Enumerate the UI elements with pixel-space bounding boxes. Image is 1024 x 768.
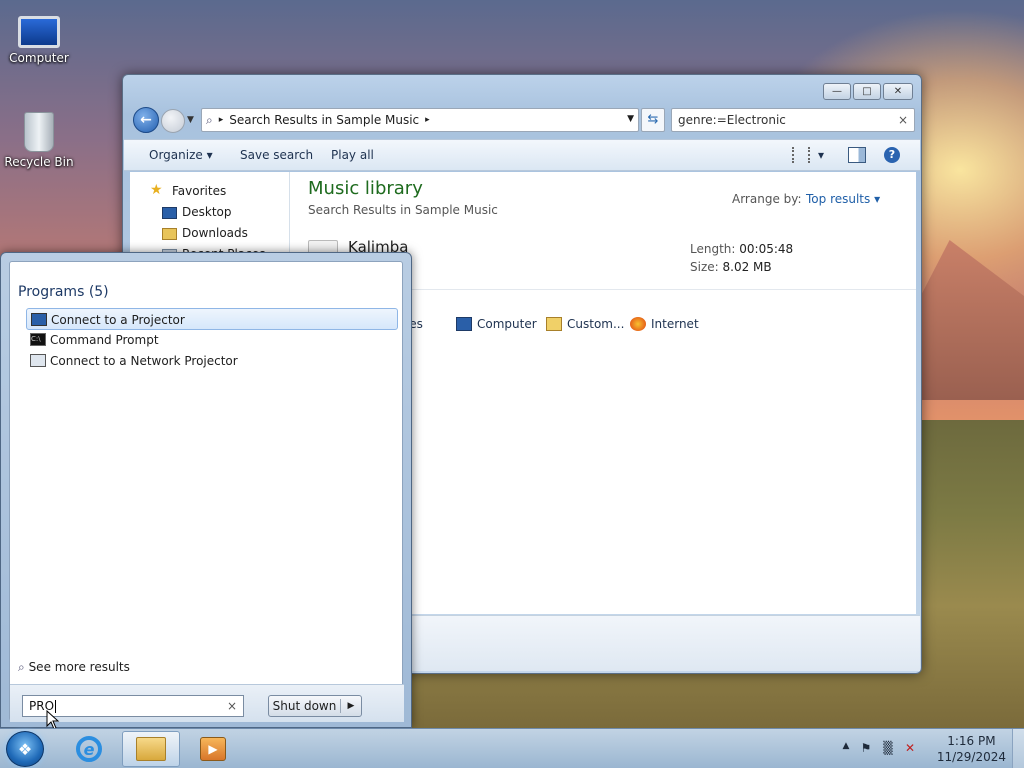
computer-icon: [456, 317, 472, 331]
notification-area: ▲ ⚑ ▒ ✕ 1:16 PM 11/29/2024: [834, 729, 1024, 768]
shut-down-options-icon[interactable]: ▶: [341, 701, 361, 711]
media-player-icon: ▶: [200, 737, 226, 761]
see-more-results-link[interactable]: ⌕ See more results: [18, 660, 130, 675]
search-icon: ⌕: [18, 660, 25, 674]
search-icon: ⌕: [206, 112, 213, 127]
address-bar[interactable]: ⌕ ▸ Search Results in Sample Music ▸ ▼: [201, 108, 639, 132]
shut-down-label[interactable]: Shut down: [269, 699, 341, 713]
taskbar-internet-explorer[interactable]: e: [60, 731, 118, 767]
file-size: Size: 8.02 MB: [690, 260, 772, 274]
search-query: genre:=Electronic: [678, 113, 786, 127]
start-result-connect-projector[interactable]: Connect to a Projector: [26, 308, 398, 330]
organize-button[interactable]: Organize ▾: [149, 148, 213, 162]
downloads-icon: [162, 228, 177, 240]
taskbar-media-player[interactable]: ▶: [184, 731, 242, 767]
mouse-pointer-icon: [46, 710, 60, 730]
internet-icon: [630, 317, 646, 331]
taskbar-windows-explorer[interactable]: [122, 731, 180, 767]
show-hidden-icons-icon[interactable]: ▲: [838, 741, 854, 757]
start-result-label: Connect to a Network Projector: [50, 354, 238, 368]
projector-icon: [31, 313, 47, 326]
network-icon[interactable]: ▒: [880, 741, 896, 757]
back-button[interactable]: ←: [133, 107, 159, 133]
command-prompt-icon: C:\: [30, 333, 46, 346]
breadcrumb-separator-icon[interactable]: ▸: [425, 115, 430, 125]
library-subtitle: Search Results in Sample Music: [308, 203, 498, 217]
search-again-label: Internet: [651, 317, 699, 331]
address-dropdown-icon[interactable]: ▼: [627, 114, 634, 124]
favorites-star-icon: ★: [150, 182, 163, 198]
close-button[interactable]: ✕: [883, 83, 913, 100]
show-desktop-button[interactable]: [1012, 729, 1024, 768]
search-again-label: Computer: [477, 317, 537, 331]
start-result-network-projector[interactable]: Connect to a Network Projector: [26, 350, 398, 372]
search-input[interactable]: genre:=Electronic ×: [671, 108, 915, 132]
folder-icon: [136, 737, 166, 761]
start-menu-results: Programs (5) Connect to a Projector C:\ …: [9, 261, 404, 722]
action-center-flag-icon[interactable]: ⚑: [858, 741, 874, 757]
forward-button[interactable]: [161, 109, 185, 133]
desktop-icon-label: Computer: [9, 51, 69, 65]
network-projector-icon: [30, 354, 46, 367]
length-value: 00:05:48: [739, 242, 794, 256]
file-length: Length: 00:05:48: [690, 242, 793, 256]
start-result-command-prompt[interactable]: C:\ Command Prompt: [26, 329, 398, 351]
preview-pane-icon[interactable]: [848, 147, 866, 163]
clear-search-icon[interactable]: ×: [898, 113, 908, 127]
start-result-label: Command Prompt: [50, 333, 159, 347]
desktop-icon-computer[interactable]: Computer: [2, 8, 76, 65]
breadcrumb-separator-icon[interactable]: ▸: [219, 115, 224, 125]
search-again-computer[interactable]: Computer: [456, 317, 537, 331]
library-title: Music library: [308, 178, 423, 199]
sidebar-item-downloads[interactable]: Downloads: [182, 226, 248, 240]
play-all-button[interactable]: Play all: [331, 148, 374, 162]
start-menu: Programs (5) Connect to a Projector C:\ …: [0, 252, 412, 728]
clock-date: 11/29/2024: [936, 750, 1006, 764]
length-label: Length:: [690, 242, 736, 256]
refresh-button[interactable]: ⇆: [641, 108, 665, 132]
change-view-icon[interactable]: [792, 147, 810, 163]
clock-time: 1:16 PM: [947, 734, 996, 748]
start-menu-footer: PRO × Shut down ▶: [10, 684, 404, 722]
command-bar: Organize ▾ Save search Play all ▾ ?: [124, 139, 920, 171]
size-value: 8.02 MB: [722, 260, 772, 274]
see-more-label: See more results: [28, 660, 130, 674]
internet-explorer-icon: e: [76, 736, 102, 762]
start-result-label: Connect to a Projector: [51, 313, 185, 327]
desktop-icon-recycle-bin[interactable]: Recycle Bin: [2, 112, 76, 169]
programs-group-title: Programs (5): [18, 284, 109, 300]
navigation-row: ← ▼ ⌕ ▸ Search Results in Sample Music ▸…: [131, 107, 915, 133]
breadcrumb[interactable]: Search Results in Sample Music: [229, 113, 419, 127]
window-controls: — □ ✕: [823, 83, 913, 100]
search-again-label: Custom...: [567, 317, 625, 331]
start-button[interactable]: ❖: [6, 731, 44, 767]
desktop-icon-label: Recycle Bin: [4, 155, 74, 169]
save-search-button[interactable]: Save search: [240, 148, 313, 162]
custom-folder-icon: [546, 317, 562, 331]
sidebar-item-desktop[interactable]: Desktop: [182, 205, 232, 219]
taskbar: ❖ e ▶ ▲ ⚑ ▒ ✕ 1:16 PM 11/29/2024: [0, 728, 1024, 768]
help-icon[interactable]: ?: [884, 147, 900, 163]
clock[interactable]: 1:16 PM 11/29/2024: [937, 733, 1006, 765]
sidebar-item-favorites[interactable]: Favorites: [172, 184, 226, 198]
search-again-custom[interactable]: Custom...: [546, 317, 624, 331]
views-dropdown-icon[interactable]: ▾: [818, 148, 824, 162]
desktop-icon: [162, 207, 177, 219]
arrange-by-dropdown[interactable]: Top results ▾: [806, 192, 880, 206]
recent-pages-dropdown[interactable]: ▼: [187, 115, 194, 125]
recycle-bin-icon: [24, 112, 54, 152]
minimize-button[interactable]: —: [823, 83, 851, 100]
maximize-button[interactable]: □: [853, 83, 881, 100]
search-again-internet[interactable]: Internet: [630, 317, 699, 331]
arrange-by-label: Arrange by:: [732, 192, 802, 206]
clear-search-icon[interactable]: ×: [227, 699, 237, 713]
computer-icon: [18, 16, 60, 48]
size-label: Size:: [690, 260, 719, 274]
shut-down-button[interactable]: Shut down ▶: [268, 695, 362, 717]
volume-muted-icon[interactable]: ✕: [902, 741, 918, 757]
